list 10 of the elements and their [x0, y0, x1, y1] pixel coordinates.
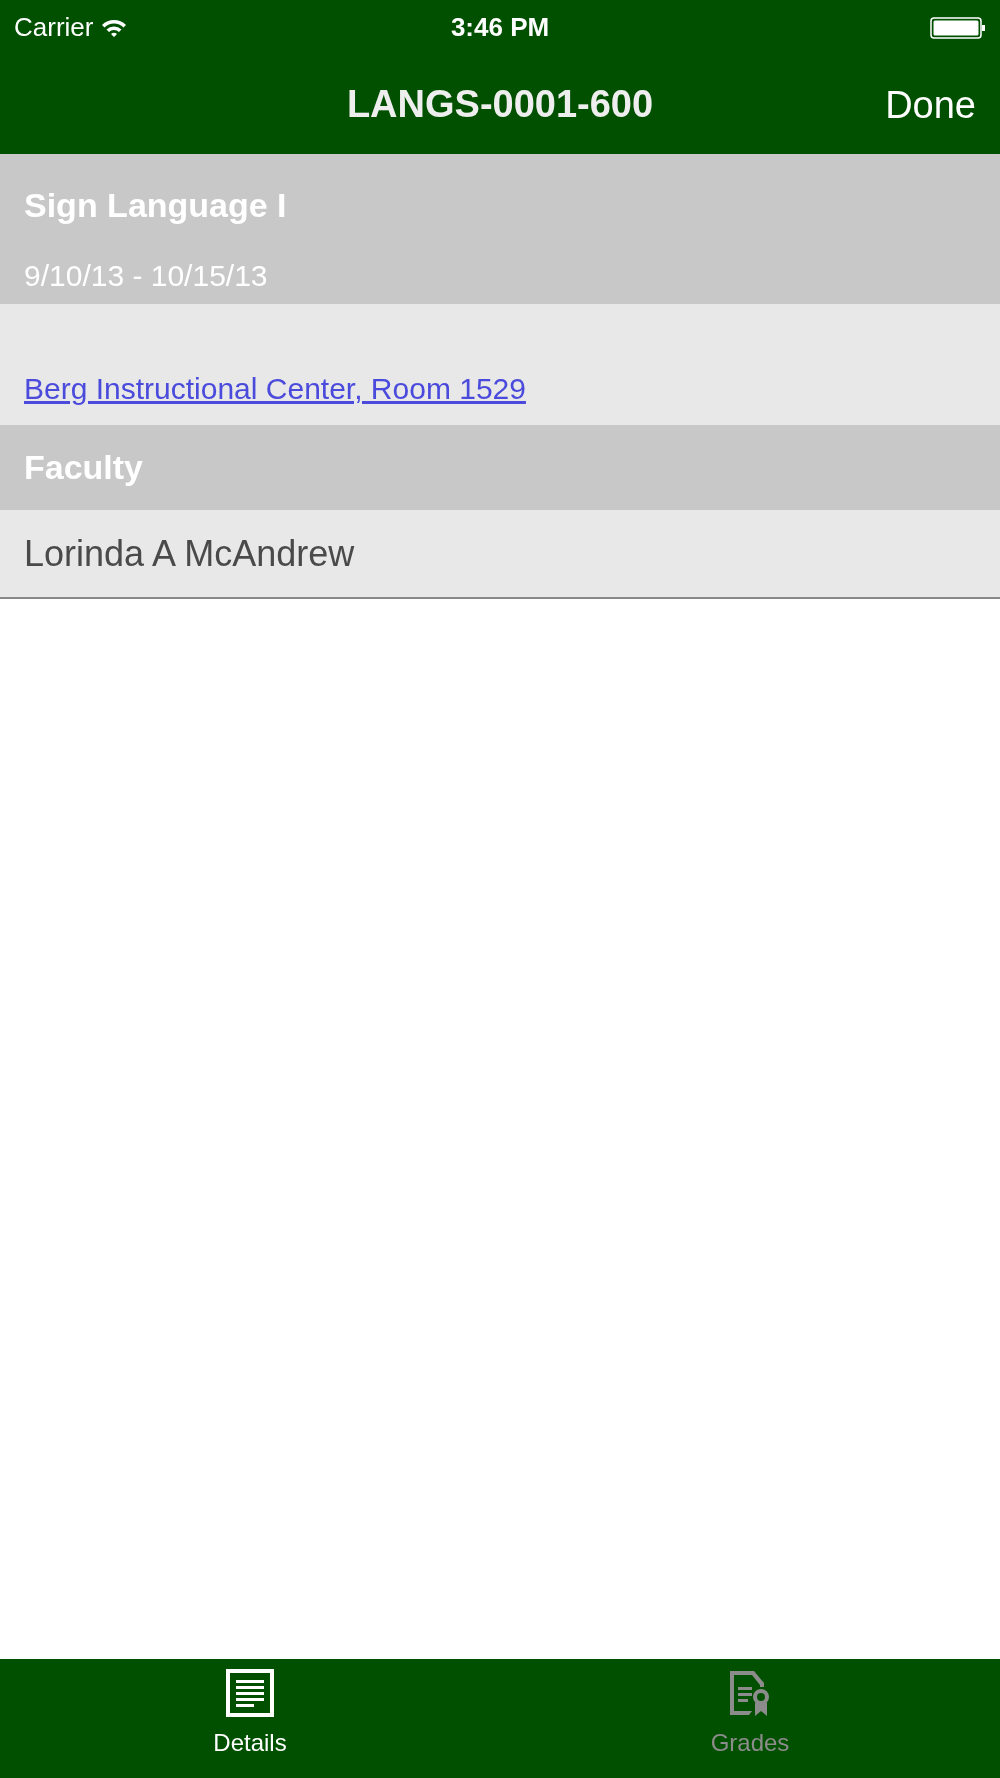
- battery-icon: [930, 15, 986, 40]
- nav-title: LANGS-0001-600: [346, 82, 654, 127]
- wifi-icon: [101, 17, 128, 38]
- faculty-name: Lorinda A McAndrew: [24, 531, 355, 576]
- done-button[interactable]: Done: [885, 76, 976, 133]
- status-time: 3:46 PM: [450, 11, 550, 44]
- carrier-label: Carrier: [14, 11, 94, 44]
- document-icon: [226, 1669, 274, 1717]
- tab-button[interactable]: Details: [0, 1659, 500, 1778]
- location-link[interactable]: Berg Instructional Center, Room 1529: [24, 372, 526, 405]
